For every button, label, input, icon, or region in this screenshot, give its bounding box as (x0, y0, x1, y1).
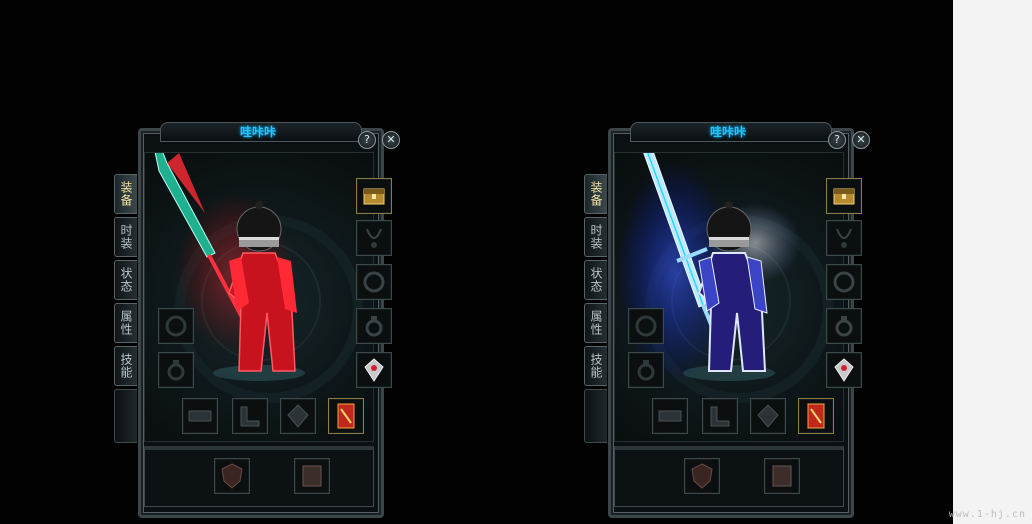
slot-shield[interactable] (684, 458, 720, 494)
help-button[interactable]: ? (828, 131, 846, 149)
help-button[interactable]: ? (358, 131, 376, 149)
tab-equipment[interactable]: 装备 (584, 174, 607, 214)
ring-icon (637, 360, 655, 381)
slot-necklace[interactable] (356, 220, 392, 256)
talisman-icon (807, 403, 825, 429)
talisman-icon (337, 403, 355, 429)
slot-necklace[interactable] (826, 220, 862, 256)
gem-icon (287, 404, 309, 428)
ring-icon (835, 316, 853, 337)
tab-status[interactable]: 状态 (584, 260, 607, 300)
tab-attributes[interactable]: 属性 (584, 303, 607, 343)
slot-bracelet-right[interactable] (356, 264, 392, 300)
close-button[interactable]: ✕ (852, 131, 870, 149)
medal-icon (364, 358, 384, 382)
tab-attributes[interactable]: 属性 (114, 303, 137, 343)
slot-ring-left[interactable] (628, 352, 664, 388)
slot-ring-left[interactable] (158, 352, 194, 388)
bracelet-icon (165, 315, 187, 337)
background-strip (953, 0, 1032, 524)
slot-medal[interactable] (826, 352, 862, 388)
slot-bracelet-left[interactable] (628, 308, 664, 344)
tab-skills[interactable]: 技能 (584, 346, 607, 386)
necklace-icon (366, 228, 382, 248)
close-button[interactable]: ✕ (382, 131, 400, 149)
secondary-equipment-box (144, 446, 374, 507)
slot-bracelet-left[interactable] (158, 308, 194, 344)
bracelet-icon (635, 315, 657, 337)
character-panel-red: 哇咔咔 ? ✕ 装备 时装 状态 属性 技能 (114, 122, 400, 518)
slot-talisman[interactable] (328, 398, 364, 434)
slot-medal[interactable] (356, 352, 392, 388)
ring-icon (365, 316, 383, 337)
slot-talisman[interactable] (798, 398, 834, 434)
secondary-equipment-box (614, 446, 844, 507)
slot-bracelet-right[interactable] (826, 264, 862, 300)
rune-icon (302, 465, 322, 487)
character-panel-blue: 哇咔咔 ? ✕ 装备 时装 状态 属性 技能 (584, 122, 870, 518)
bracelet-icon (363, 271, 385, 293)
slot-ring-right[interactable] (356, 308, 392, 344)
slot-belt[interactable] (652, 398, 688, 434)
shield-icon (691, 463, 713, 489)
slot-rune[interactable] (294, 458, 330, 494)
chest-icon (833, 188, 855, 205)
gem-icon (757, 404, 779, 428)
medal-icon (834, 358, 854, 382)
character-name: 哇咔咔 (709, 125, 746, 139)
chest-icon (363, 188, 385, 205)
slot-rune[interactable] (764, 458, 800, 494)
tab-status[interactable]: 状态 (114, 260, 137, 300)
watermark-text: www.1-hj.cn (948, 509, 1026, 520)
rune-icon (772, 465, 792, 487)
slot-gem[interactable] (280, 398, 316, 434)
slot-ring-right[interactable] (826, 308, 862, 344)
bracelet-icon (833, 271, 855, 293)
tab-blank (584, 389, 607, 443)
character-name: 哇咔咔 (239, 125, 276, 139)
tab-equipment[interactable]: 装备 (114, 174, 137, 214)
necklace-icon (836, 228, 852, 248)
slot-belt[interactable] (182, 398, 218, 434)
tab-skills[interactable]: 技能 (114, 346, 137, 386)
belt-icon (658, 410, 682, 422)
boots-icon (710, 406, 730, 427)
side-tabs: 装备 时装 状态 属性 技能 (584, 174, 610, 443)
shield-icon (221, 463, 243, 489)
slot-chest[interactable] (356, 178, 392, 214)
slot-gem[interactable] (750, 398, 786, 434)
slot-boots[interactable] (232, 398, 268, 434)
tab-fashion[interactable]: 时装 (114, 217, 137, 257)
side-tabs: 装备 时装 状态 属性 技能 (114, 174, 140, 443)
tab-blank (114, 389, 137, 443)
boots-icon (240, 406, 260, 427)
slot-chest[interactable] (826, 178, 862, 214)
slot-shield[interactable] (214, 458, 250, 494)
belt-icon (188, 410, 212, 422)
slot-boots[interactable] (702, 398, 738, 434)
ring-icon (167, 360, 185, 381)
tab-fashion[interactable]: 时装 (584, 217, 607, 257)
